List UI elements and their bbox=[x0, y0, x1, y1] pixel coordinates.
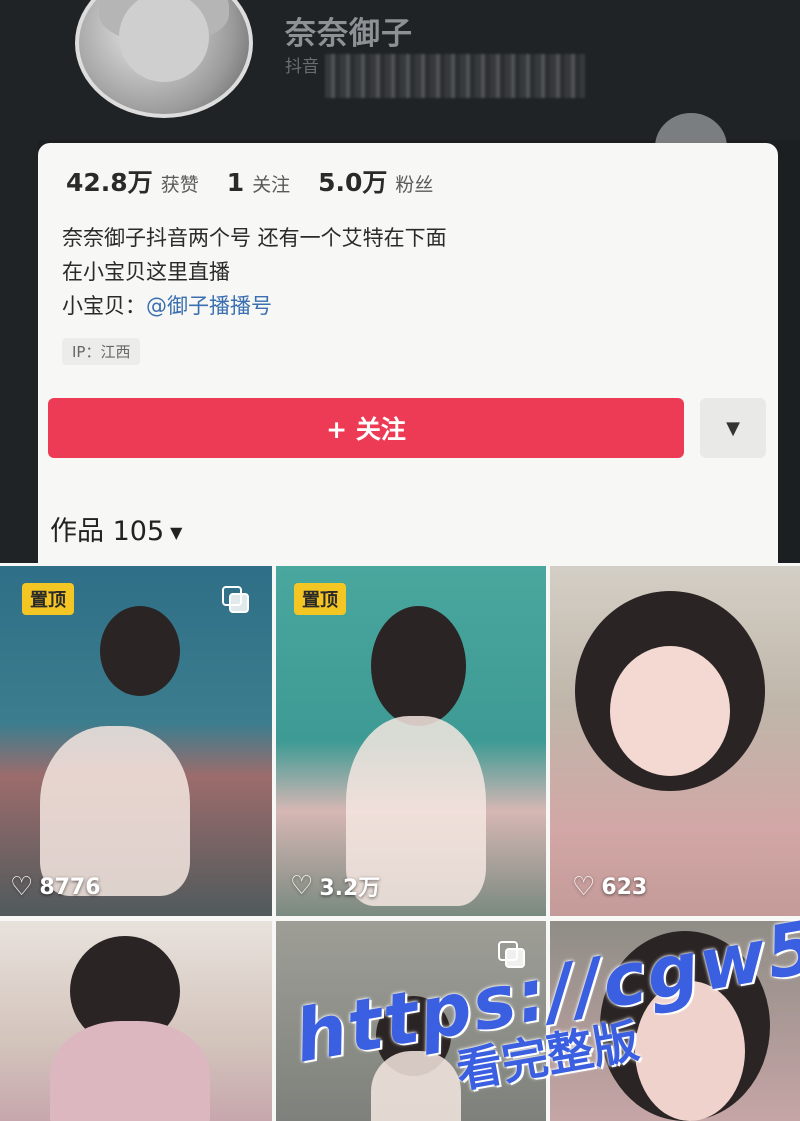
following-label[interactable]: 关注 bbox=[252, 170, 290, 197]
avatar[interactable] bbox=[75, 0, 253, 118]
post-tile[interactable]: 置顶 ♡ 3.2万 bbox=[276, 566, 546, 916]
heart-icon: ♡ bbox=[10, 872, 34, 902]
likes-count: 42.8万 bbox=[66, 168, 153, 197]
bio-line-1: 奈奈御子抖音两个号 还有一个艾特在下面 bbox=[62, 226, 447, 250]
follow-button[interactable]: + 关注 bbox=[48, 398, 684, 458]
works-tab-label: 作品 105 bbox=[50, 516, 165, 547]
like-count: ♡ 3.2万 bbox=[290, 870, 380, 902]
pinned-badge: 置顶 bbox=[22, 583, 74, 615]
avatar-face bbox=[119, 0, 209, 82]
followers-count[interactable]: 5.0万 bbox=[318, 163, 387, 199]
like-count-value: 8776 bbox=[39, 874, 101, 900]
post-tile[interactable]: 置顶 ♡ 8776 bbox=[0, 566, 272, 916]
photo-subject bbox=[40, 726, 190, 896]
like-count: ♡ 623 bbox=[572, 872, 647, 902]
post-tile[interactable] bbox=[0, 921, 272, 1121]
chevron-down-icon: ▼ bbox=[726, 417, 740, 439]
bio-line-3-prefix: 小宝贝： bbox=[62, 294, 146, 318]
heart-icon: ♡ bbox=[572, 872, 596, 902]
caret-down-icon: ▼ bbox=[170, 523, 183, 542]
more-options-button[interactable]: ▼ bbox=[700, 398, 766, 458]
like-count: ♡ 8776 bbox=[10, 872, 101, 902]
multi-image-icon bbox=[222, 586, 250, 614]
username: 奈奈御子 bbox=[285, 16, 413, 52]
followers-label[interactable]: 粉丝 bbox=[395, 170, 433, 197]
tab-works[interactable]: 作品 105 ▼ bbox=[50, 509, 182, 548]
like-count-value: 623 bbox=[601, 874, 648, 900]
photo-subject bbox=[50, 1021, 210, 1121]
photo-subject-face bbox=[610, 646, 730, 776]
screen-edge bbox=[0, 140, 38, 570]
stats-row: 42.8万 获赞 1 关注 5.0万 粉丝 bbox=[66, 163, 461, 199]
ip-location-tag: IP：江西 bbox=[62, 338, 141, 365]
photo-subject-hair bbox=[371, 606, 466, 726]
likes-label: 获赞 bbox=[160, 174, 199, 196]
bio-mention-link[interactable]: @御子播播号 bbox=[146, 294, 272, 318]
bio: 奈奈御子抖音两个号 还有一个艾特在下面 在小宝贝这里直播 小宝贝：@御子播播号 bbox=[62, 221, 447, 323]
blurred-id bbox=[325, 54, 585, 98]
pinned-badge: 置顶 bbox=[294, 583, 346, 615]
bio-line-3: 小宝贝：@御子播播号 bbox=[62, 289, 447, 323]
bio-line-2: 在小宝贝这里直播 bbox=[62, 260, 230, 284]
douyin-id-label: 抖音 bbox=[285, 57, 319, 77]
photo-subject-hair bbox=[100, 606, 180, 696]
post-tile[interactable]: ♡ 623 bbox=[550, 566, 800, 916]
following-count[interactable]: 1 bbox=[227, 168, 244, 197]
heart-icon: ♡ bbox=[290, 871, 314, 901]
profile-card: 42.8万 获赞 1 关注 5.0万 粉丝 奈奈御子抖音两个号 还有一个艾特在下… bbox=[38, 143, 778, 563]
like-count-value: 3.2万 bbox=[319, 876, 381, 901]
